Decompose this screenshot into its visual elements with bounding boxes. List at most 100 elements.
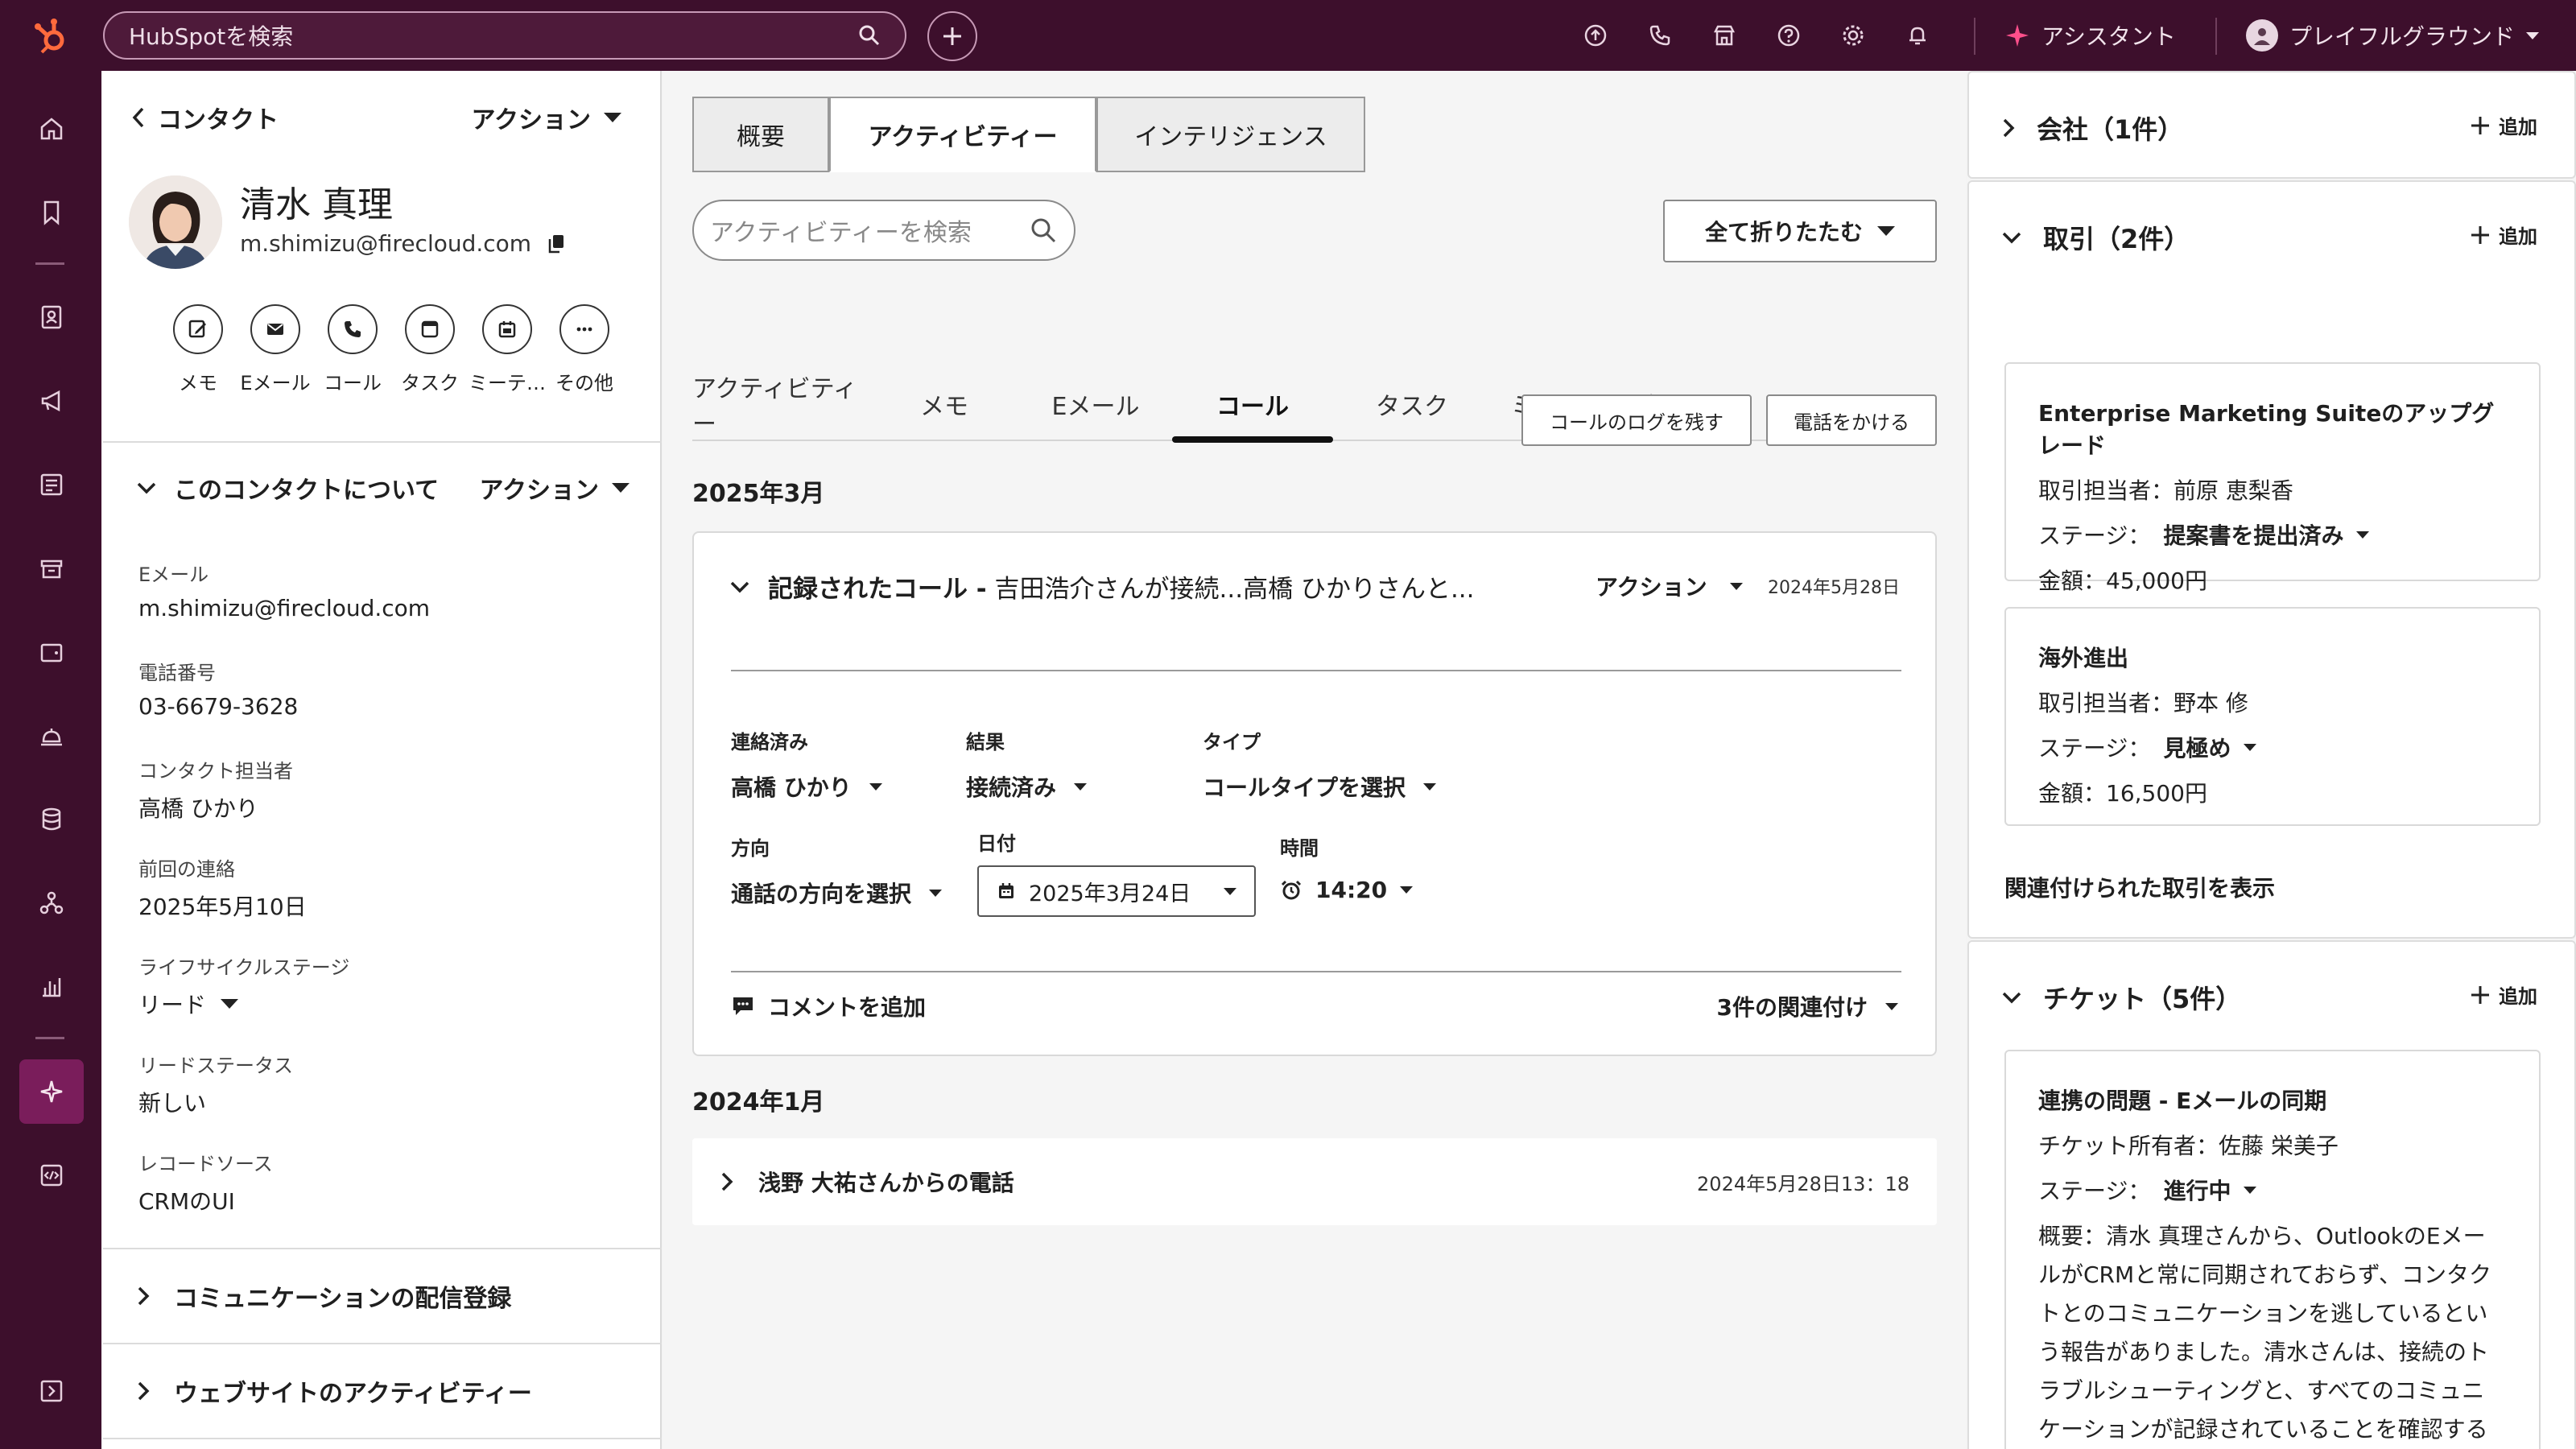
- nav-breeze-sparkle-icon[interactable]: [19, 1059, 84, 1124]
- add-company-button[interactable]: 追加: [2470, 111, 2537, 139]
- subtab-activity[interactable]: アクティビティー: [692, 367, 869, 441]
- associations-dropdown[interactable]: 3件の関連付け: [1717, 990, 1898, 1022]
- make-call-button[interactable]: 電話をかける: [1766, 394, 1937, 446]
- ticket-stage[interactable]: ステージ： 進行中: [2038, 1174, 2507, 1206]
- chevron-down-icon: [730, 581, 749, 592]
- alarm-clock-icon: [1281, 880, 1302, 899]
- nav-contacts-icon[interactable]: [19, 285, 84, 349]
- collapsed-call-card[interactable]: 浅野 大祐さんからの電話 2024年5月28日13：18: [692, 1138, 1937, 1225]
- nav-developer-code-icon[interactable]: [19, 1143, 84, 1208]
- nav-home-icon[interactable]: [19, 97, 84, 161]
- deal-card[interactable]: 海外進出 取引担当者：野本 修 ステージ： 見極め 金額：16,500円: [2004, 607, 2541, 826]
- quick-action-task[interactable]: タスク: [391, 304, 469, 395]
- chevron-down-icon: [2002, 992, 2021, 1004]
- back-to-contacts-link[interactable]: コンタクト: [130, 100, 279, 135]
- quick-action-note[interactable]: メモ: [159, 304, 237, 395]
- view-associated-deals-link[interactable]: 関連付けられた取引を表示: [2004, 871, 2275, 903]
- collapse-all-button[interactable]: 全て折りたたむ: [1663, 200, 1937, 262]
- tickets-header[interactable]: チケット（5件）: [2001, 979, 2241, 1016]
- contact-avatar: [129, 175, 222, 269]
- nav-reports-chart-icon[interactable]: [19, 955, 84, 1019]
- subtab-calls[interactable]: コール: [1172, 367, 1333, 443]
- date-picker[interactable]: 2025年3月24日: [977, 865, 1256, 917]
- notifications-bell-icon[interactable]: [1900, 18, 1935, 53]
- property-last-contacted[interactable]: 前回の連絡 2025年5月10日: [138, 853, 307, 922]
- property-contact-owner[interactable]: コンタクト担当者 高橋 ひかり: [138, 755, 293, 824]
- tab-intelligence[interactable]: インテリジェンス: [1096, 97, 1365, 172]
- activity-search-input[interactable]: アクティビティーを検索: [692, 200, 1075, 261]
- upgrade-icon[interactable]: [1578, 18, 1613, 53]
- deal-card[interactable]: Enterprise Marketing Suiteのアップグレード 取引担当者…: [2004, 362, 2541, 594]
- field-call-type[interactable]: タイプ コールタイプを選択: [1203, 726, 1437, 803]
- property-phone[interactable]: 電話番号 03-6679-3628: [138, 657, 298, 720]
- call-card-header[interactable]: 記録されたコール - 吉田浩介さんが接続...高橋 ひかりさんと...: [729, 568, 1475, 605]
- nav-commerce-icon[interactable]: [19, 536, 84, 601]
- tab-overview[interactable]: 概要: [692, 97, 829, 172]
- property-lead-status[interactable]: リードステータス 新しい: [138, 1050, 293, 1118]
- field-date[interactable]: 日付 2025年3月24日: [977, 828, 1256, 917]
- marketplace-icon[interactable]: [1707, 18, 1742, 53]
- nav-bookmark-icon[interactable]: [19, 180, 84, 245]
- nav-expand-icon[interactable]: [19, 1359, 84, 1423]
- field-outcome[interactable]: 結果 接続済み: [966, 726, 1088, 803]
- account-menu[interactable]: プレイフルグラウンド: [2246, 16, 2540, 55]
- deal-title: 海外進出: [2038, 645, 2129, 671]
- companies-header[interactable]: 会社（1件）: [2001, 109, 2183, 147]
- caret-down-icon: [1400, 886, 1414, 894]
- copy-icon[interactable]: [547, 233, 565, 254]
- phone-icon[interactable]: [1642, 18, 1678, 53]
- about-section-title: このコンタクトについて: [174, 477, 440, 505]
- chevron-right-icon: [2003, 118, 2015, 138]
- property-record-source[interactable]: レコードソース CRMのUI: [138, 1148, 273, 1216]
- deal-stage[interactable]: ステージ： 見極め: [2038, 731, 2507, 763]
- nav-data-database-icon[interactable]: [19, 787, 84, 852]
- deal-owner: 取引担当者：前原 恵梨香: [2038, 477, 2293, 504]
- plus-icon: [2471, 225, 2489, 244]
- about-section-header[interactable]: このコンタクトについて アクション: [135, 470, 630, 506]
- quick-action-email[interactable]: Eメール: [237, 304, 314, 395]
- field-time[interactable]: 時間 14:20: [1280, 832, 1414, 903]
- create-new-button[interactable]: [927, 11, 977, 61]
- sparkle-icon: [2006, 24, 2029, 47]
- global-search-input[interactable]: HubSpotを検索: [103, 11, 906, 60]
- property-email[interactable]: Eメール m.shimizu@firecloud.com: [138, 559, 430, 621]
- property-lifecycle-stage[interactable]: ライフサイクルステージ リード: [138, 952, 349, 1020]
- chevron-down-icon: [2526, 31, 2540, 39]
- deals-header[interactable]: 取引（2件）: [2001, 219, 2190, 256]
- chevron-down-icon: [137, 482, 156, 494]
- about-actions-dropdown[interactable]: アクション: [480, 470, 630, 506]
- call-actions-dropdown[interactable]: アクション: [1596, 570, 1743, 602]
- help-icon[interactable]: [1771, 18, 1806, 53]
- section-website-activity[interactable]: ウェブサイトのアクティビティー: [135, 1373, 532, 1409]
- hubspot-logo-icon[interactable]: [0, 0, 101, 71]
- tab-activity[interactable]: アクティビティー: [829, 97, 1096, 172]
- add-deal-button[interactable]: 追加: [2470, 221, 2537, 249]
- quick-action-more[interactable]: その他: [546, 304, 623, 395]
- caret-down-icon: [1074, 782, 1088, 791]
- nav-marketing-megaphone-icon[interactable]: [19, 369, 84, 433]
- caret-down-icon: [2244, 1186, 2257, 1194]
- section-subscriptions[interactable]: コミュニケーションの配信登録: [135, 1278, 511, 1314]
- nav-content-icon[interactable]: [19, 452, 84, 517]
- add-ticket-button[interactable]: 追加: [2470, 980, 2537, 1009]
- nav-automation-icon[interactable]: [19, 871, 84, 935]
- quick-action-meeting[interactable]: ミーテ…: [469, 304, 546, 395]
- contact-actions-dropdown[interactable]: アクション: [472, 100, 621, 135]
- field-direction[interactable]: 方向 通話の方向を選択: [731, 832, 943, 909]
- field-contacted[interactable]: 連絡済み 高橋 ひかり: [731, 726, 882, 803]
- assistant-button[interactable]: アシスタント: [2004, 16, 2176, 55]
- nav-service-bell-icon[interactable]: [19, 704, 84, 768]
- add-comment-button[interactable]: コメントを追加: [731, 990, 926, 1022]
- log-call-button[interactable]: コールのログを残す: [1521, 394, 1752, 446]
- caret-down-icon: [1877, 226, 1895, 236]
- quick-action-call[interactable]: コール: [314, 304, 391, 395]
- nav-wallet-icon[interactable]: [19, 620, 84, 684]
- settings-gear-icon[interactable]: [1835, 18, 1871, 53]
- divider: [731, 971, 1901, 972]
- subtab-email[interactable]: Eメール: [1019, 367, 1172, 441]
- subtab-tasks[interactable]: タスク: [1333, 367, 1491, 441]
- deal-stage[interactable]: ステージ： 提案書を提出済み: [2038, 518, 2507, 551]
- note-edit-icon: [188, 320, 206, 338]
- subtab-notes[interactable]: メモ: [869, 367, 1019, 441]
- ticket-card[interactable]: 連携の問題 - Eメールの同期 チケット所有者：佐藤 栄美子 ステージ： 進行中 …: [2004, 1050, 2541, 1449]
